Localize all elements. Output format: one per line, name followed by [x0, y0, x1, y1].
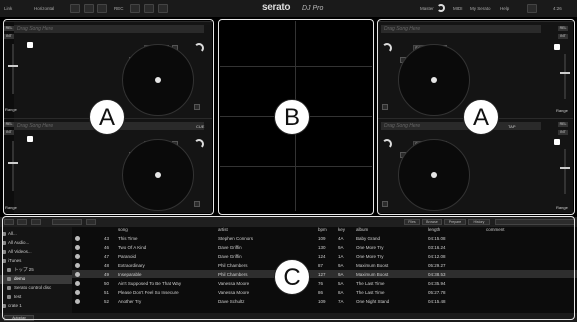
serato-logo: serato — [262, 2, 291, 13]
callout-c: C — [274, 259, 310, 295]
layout-dropdown-icon[interactable] — [70, 4, 80, 13]
rec-button[interactable]: REC — [114, 6, 124, 11]
grid-icon[interactable] — [97, 4, 107, 13]
help-button[interactable]: Help — [500, 6, 509, 11]
dvs-icon[interactable] — [158, 4, 168, 13]
my-serato-button[interactable]: My Serato — [470, 6, 491, 11]
settings-icon[interactable] — [527, 4, 537, 13]
callout-b: B — [274, 99, 310, 135]
callout-a-right: A — [463, 99, 499, 135]
callout-a-left: A — [89, 99, 125, 135]
master-label: Master — [420, 6, 434, 11]
link-button[interactable]: Link — [4, 6, 12, 11]
view-icon[interactable] — [84, 4, 94, 13]
midi-button[interactable]: MIDI — [453, 6, 463, 11]
master-gain-icon[interactable] — [437, 4, 445, 12]
sampler-icon[interactable] — [144, 4, 154, 13]
clock: 4:26 — [553, 6, 562, 11]
dj-pro-logo: DJ Pro — [302, 5, 324, 12]
fx-icon[interactable] — [130, 4, 140, 13]
top-bar: Link Horizontal REC serato DJ Pro Master… — [0, 0, 577, 18]
layout-select[interactable]: Horizontal — [34, 6, 54, 11]
